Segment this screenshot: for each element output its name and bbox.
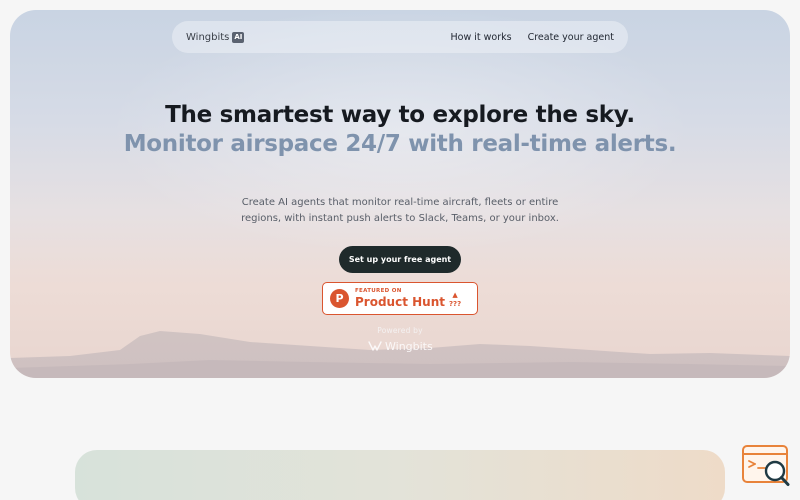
wingbits-footer-logo[interactable]: Wingbits xyxy=(368,339,433,353)
search-document-widget[interactable] xyxy=(742,445,790,487)
search-document-icon xyxy=(742,445,790,486)
wingbits-icon xyxy=(368,341,382,351)
powered-by-label: Powered by xyxy=(377,326,423,335)
hero-subheadline: Monitor airspace 24/7 with real-time ale… xyxy=(123,131,677,157)
hero-section: Wingbits AI How it works Create your age… xyxy=(10,10,790,378)
product-hunt-badge[interactable]: P FEATURED ON Product Hunt ▲ ??? xyxy=(322,282,478,315)
product-hunt-icon: P xyxy=(330,289,349,308)
product-hunt-featured-label: FEATURED ON xyxy=(355,287,402,294)
hero-description: Create AI agents that monitor real-time … xyxy=(241,197,559,224)
nav-link-create-agent[interactable]: Create your agent xyxy=(528,32,614,43)
upvote-count: ??? xyxy=(448,300,462,308)
brand-logo[interactable]: Wingbits AI xyxy=(186,31,245,43)
wingbits-footer-name: Wingbits xyxy=(385,339,433,353)
hero-headline: The smartest way to explore the sky. xyxy=(165,102,635,128)
product-hunt-text: FEATURED ON Product Hunt xyxy=(355,287,445,310)
setup-agent-button[interactable]: Set up your free agent xyxy=(339,246,461,273)
brand-ai-badge: AI xyxy=(232,31,245,43)
top-navbar: Wingbits AI How it works Create your age… xyxy=(172,21,628,53)
nav-link-how-it-works[interactable]: How it works xyxy=(451,32,512,43)
upvote-arrow-icon: ▲ xyxy=(452,291,458,299)
brand-name: Wingbits xyxy=(186,31,230,43)
product-hunt-name: Product Hunt xyxy=(355,295,445,310)
nav-links: How it works Create your agent xyxy=(451,32,615,43)
product-hunt-votes: ▲ ??? xyxy=(449,292,461,308)
next-section-card xyxy=(75,450,725,500)
